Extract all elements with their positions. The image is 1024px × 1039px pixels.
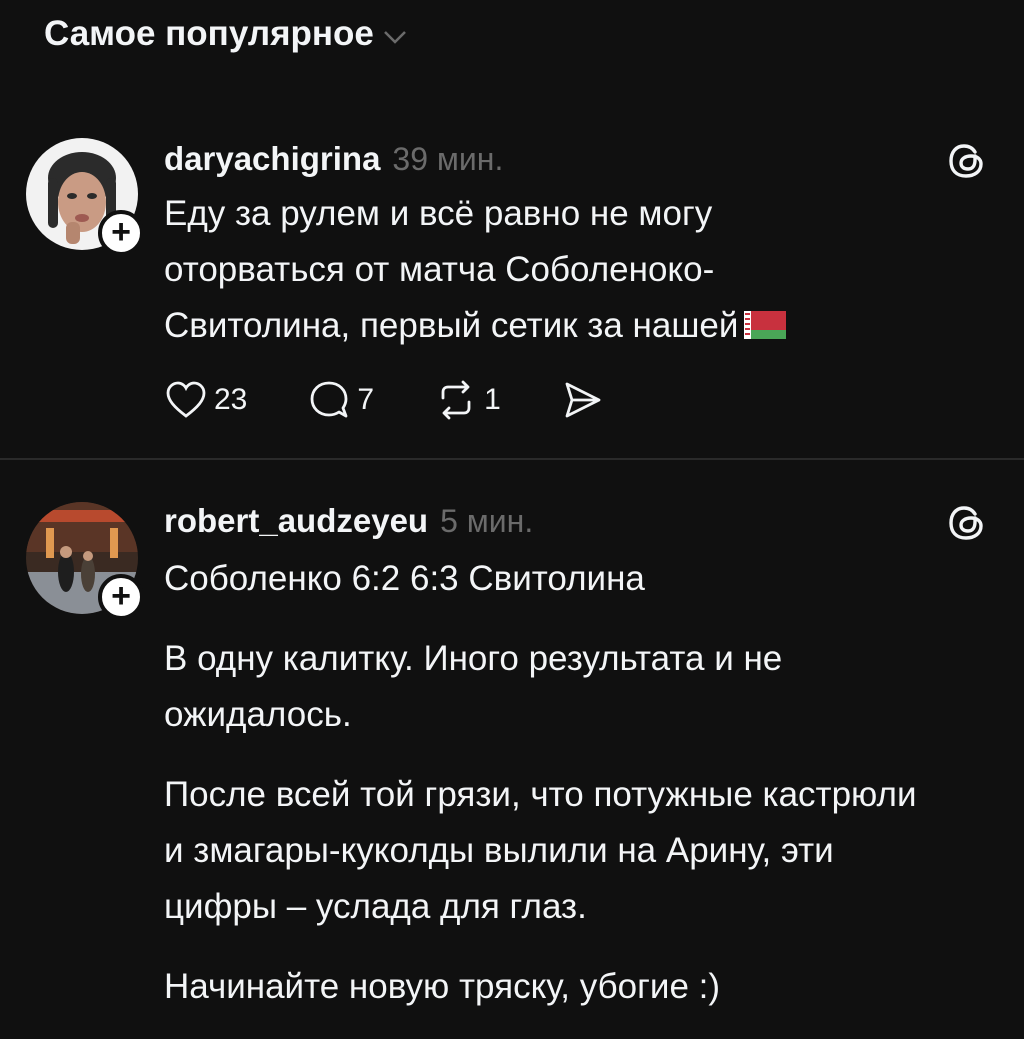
follow-button[interactable]: + [98,210,144,256]
like-count: 23 [214,383,248,416]
timestamp: 5 мин. [440,503,534,539]
post-text: Соболенко 6:2 6:3 Свитолина В одну калит… [164,551,924,1039]
username[interactable]: daryachigrina [164,140,380,178]
post-line: Свитолина, первый сетик за нашей [164,306,739,345]
post-actions: 23 7 1 [164,378,605,422]
comment-icon [310,381,348,418]
chevron-down-icon [383,31,406,44]
reply-count: 7 [357,383,375,416]
post-paragraph: Начинайте новую тряску, убогие :) [164,967,721,1006]
heart-icon [166,381,206,418]
reply-button[interactable]: 7 [307,378,374,422]
threads-logo-icon[interactable] [944,138,990,184]
post-line: оторваться от матча Соболеноко- [164,250,715,289]
belarus-flag-icon [744,310,787,339]
username[interactable]: robert_audzeyeu [164,502,428,540]
send-icon [565,382,601,418]
post-line-with-flag: Свитолина, первый сетик за нашей [164,298,924,354]
repost-count: 1 [484,383,501,416]
plus-icon: + [111,576,131,615]
threads-logo-icon[interactable] [944,500,990,546]
avatar-container[interactable]: + [26,502,144,620]
divider [0,458,1024,460]
post-paragraph: После всей той грязи, что потужные кастр… [164,775,917,926]
post-header: daryachigrina 39 мин. [164,140,503,178]
follow-button[interactable]: + [98,574,144,620]
post-text: Еду за рулем и всё равно не могу оторват… [164,186,924,354]
like-button[interactable]: 23 [164,380,247,420]
share-button[interactable] [561,378,605,422]
timestamp: 39 мин. [392,141,504,177]
plus-icon: + [111,212,131,251]
sort-label: Самое популярное [44,14,374,53]
sort-dropdown[interactable]: Самое популярное [44,14,408,54]
post-paragraph: В одну калитку. Иного результата и не ож… [164,639,783,734]
repost-icon [441,380,471,420]
post-paragraph: Соболенко 6:2 6:3 Свитолина [164,559,645,598]
avatar-container[interactable]: + [26,138,144,256]
repost-button[interactable]: 1 [434,378,501,422]
post-line: Еду за рулем и всё равно не могу [164,194,713,233]
post-header: robert_audzeyeu 5 мин. [164,502,533,540]
